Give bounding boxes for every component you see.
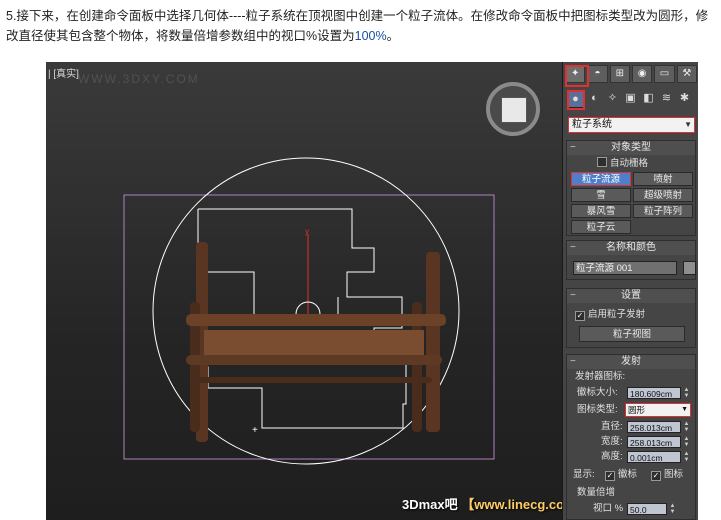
hierarchy-tab-icon[interactable]: ⊞: [609, 65, 630, 83]
quantity-multiplier-label: 数量倍增: [577, 487, 616, 498]
helpers-icon[interactable]: ◧: [641, 90, 656, 106]
object-type-header[interactable]: − 对象类型: [567, 141, 695, 155]
credit-watermark: 3Dmax吧 【www.linecg.com/tieba/1771】: [402, 494, 562, 513]
emission-header[interactable]: − 发射: [567, 355, 695, 369]
diameter-label: 直径:: [601, 421, 623, 432]
height-field[interactable]: 0.001cm: [627, 451, 681, 463]
width-field[interactable]: 258.013cm: [627, 436, 681, 448]
systems-icon[interactable]: ✱: [677, 90, 692, 106]
emission-title: 发射: [621, 356, 641, 367]
checkbox-icon[interactable]: [597, 157, 607, 167]
inner-spline[interactable]: [198, 271, 339, 318]
bench-stretcher: [196, 377, 432, 383]
collapse-icon: −: [570, 290, 576, 301]
spray-button[interactable]: 喷射: [633, 172, 693, 186]
icon-type-label: 图标类型:: [577, 404, 618, 415]
motion-tab-icon[interactable]: ◉: [631, 65, 653, 83]
shapes-icon[interactable]: ◐: [587, 90, 602, 106]
space-warps-icon[interactable]: ≋: [659, 90, 674, 106]
viewport-percent-field[interactable]: 50.0: [627, 503, 667, 515]
parray-button[interactable]: 粒子阵列: [633, 204, 693, 218]
collapse-icon: −: [570, 142, 576, 153]
setup-rollout: − 设置 ✓ 启用粒子发射 粒子视图: [566, 288, 696, 348]
pf-source-button[interactable]: 粒子流源: [571, 172, 631, 186]
bench-seat: [204, 330, 424, 358]
autogrid-label: 自动栅格: [610, 158, 649, 169]
max-screenshot: | [真实] WWW.3DXY.COM y + 3Dmax吧 【www.line…: [46, 62, 698, 520]
checkmark-icon[interactable]: ✓: [575, 311, 585, 321]
collapse-icon: −: [570, 242, 576, 253]
credit-prefix: 3Dmax吧: [402, 497, 462, 512]
lights-icon[interactable]: ✧: [605, 90, 620, 106]
collapse-icon: −: [570, 356, 576, 367]
enable-emission-checkbox[interactable]: ✓ 启用粒子发射: [575, 309, 645, 321]
icon-checkbox[interactable]: ✓ 图标: [651, 469, 683, 481]
bench-leg-right: [426, 252, 440, 432]
display-label: 显示:: [573, 469, 595, 480]
instruction-percent: 100%: [354, 29, 387, 43]
object-category-icons: ● ◐ ✧ ▣ ◧ ≋ ✱: [567, 90, 697, 110]
instruction-text: 5.接下来，在创建命令面板中选择几何体----粒子系统在顶视图中创建一个粒子流体…: [6, 6, 714, 46]
geometry-icon-highlight: [567, 90, 585, 110]
y-axis-label: y: [305, 227, 309, 236]
particle-view-button[interactable]: 粒子视图: [579, 326, 685, 342]
modify-tab-icon[interactable]: ◓: [587, 65, 608, 83]
object-color-swatch[interactable]: [683, 261, 696, 275]
snow-button[interactable]: 雪: [571, 188, 631, 202]
object-type-rollout: − 对象类型 自动栅格 粒子流源 喷射 雪 超级喷射 暴风雪 粒子阵列 粒子云: [566, 140, 696, 236]
crosshair-cursor: +: [252, 425, 258, 436]
autogrid-checkbox[interactable]: 自动栅格: [597, 157, 648, 170]
credit-link: 【www.linecg.com/tieba/1771】: [461, 497, 562, 512]
create-tab-highlight: [565, 65, 589, 87]
cameras-icon[interactable]: ▣: [623, 90, 638, 106]
logo-size-spinner[interactable]: ▲ ▼: [683, 387, 690, 399]
object-name-field[interactable]: 粒子流源 001: [573, 261, 677, 275]
top-viewport[interactable]: | [真实] WWW.3DXY.COM y + 3Dmax吧 【www.line…: [46, 62, 562, 520]
pcloud-button[interactable]: 粒子云: [571, 220, 631, 234]
name-color-title: 名称和颜色: [606, 242, 656, 253]
name-color-header[interactable]: − 名称和颜色: [567, 241, 695, 255]
height-spinner[interactable]: ▲ ▼: [683, 451, 690, 463]
checkmark-icon[interactable]: ✓: [651, 471, 661, 481]
setup-header[interactable]: − 设置: [567, 289, 695, 303]
logo-size-label: 徽标大小:: [577, 387, 618, 398]
icon-check-label: 图标: [664, 469, 684, 480]
chevron-down-icon: ▼: [684, 120, 692, 129]
width-label: 宽度:: [601, 436, 623, 447]
bench-rail-top: [186, 314, 446, 326]
viewport-scene: y +: [123, 157, 495, 465]
logo-checkbox[interactable]: ✓ 徽标: [605, 469, 637, 481]
width-spinner[interactable]: ▲ ▼: [683, 436, 690, 448]
emitter-icon-group-label: 发射器图标:: [575, 371, 626, 382]
diameter-spinner[interactable]: ▲ ▼: [683, 421, 690, 433]
viewport-percent-spinner[interactable]: ▲ ▼: [669, 503, 676, 515]
setup-title: 设置: [621, 290, 641, 301]
enable-emission-label: 启用粒子发射: [588, 309, 646, 320]
diameter-field[interactable]: 258.013cm: [627, 421, 681, 433]
viewport-percent-label: 视口 %: [593, 503, 624, 514]
command-panel: ✦ ◓ ⊞ ◉ ▭ ⚒ ● ◐ ✧ ▣ ◧ ≋ ✱ 粒子系统 ▼ − 对象类型 自动…: [562, 62, 698, 520]
object-category-dropdown[interactable]: 粒子系统 ▼: [568, 117, 695, 133]
icon-type-dropdown[interactable]: 圆形 ▼: [625, 403, 691, 417]
checkmark-icon[interactable]: ✓: [605, 471, 615, 481]
height-label: 高度:: [601, 451, 623, 462]
icon-type-value: 圆形: [628, 405, 646, 415]
utilities-tab-icon[interactable]: ⚒: [676, 65, 697, 83]
super-spray-button[interactable]: 超级喷射: [633, 188, 693, 202]
chevron-down-icon: ▼: [681, 406, 688, 413]
logo-check-label: 徽标: [618, 469, 638, 480]
instruction-period: 。: [386, 29, 400, 43]
object-type-title: 对象类型: [611, 142, 651, 153]
display-tab-icon[interactable]: ▭: [654, 65, 675, 83]
emission-rollout: − 发射 发射器图标: 徽标大小: 180.609cm ▲ ▼ 图标类型: 圆形 ▼ …: [566, 354, 696, 520]
bench-rail-front: [186, 355, 442, 365]
name-color-rollout: − 名称和颜色 粒子流源 001: [566, 240, 696, 280]
blizzard-button[interactable]: 暴风雪: [571, 204, 631, 218]
object-category-value: 粒子系统: [572, 119, 612, 130]
logo-size-field[interactable]: 180.609cm: [627, 387, 681, 399]
